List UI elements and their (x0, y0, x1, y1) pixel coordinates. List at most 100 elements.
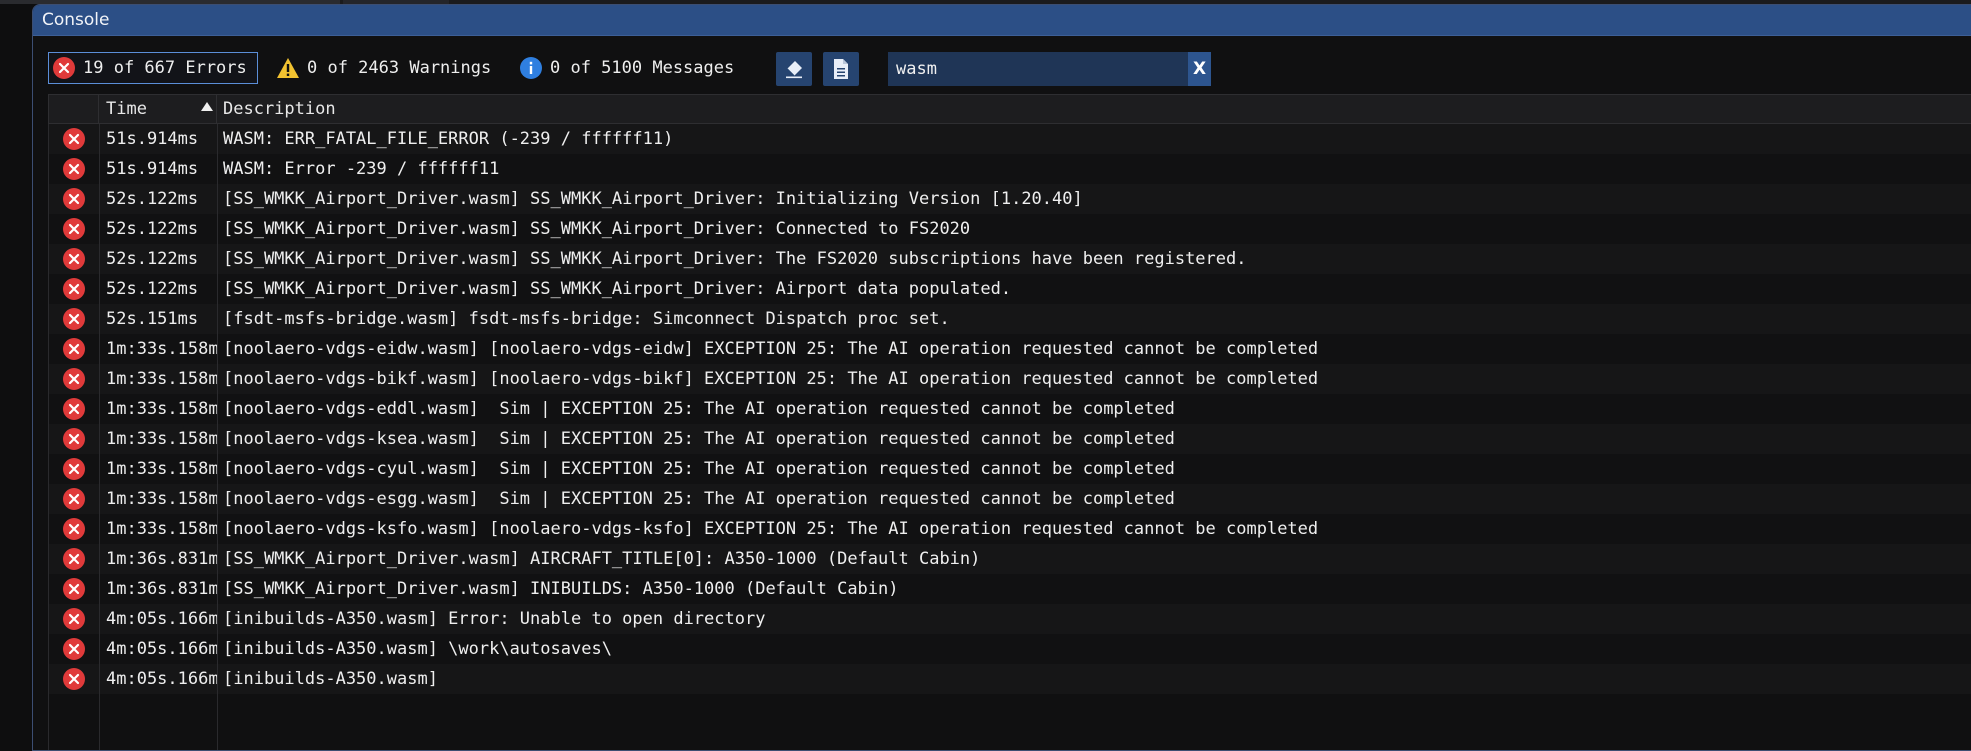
table-row[interactable]: 1m:36s.831ms [SS_WMKK_Airport_Driver.wasm… (48, 574, 1971, 604)
table-row[interactable]: 52s.151ms [fsdt-msfs-bridge.wasm] fsdt-ms… (48, 304, 1971, 334)
severity-cell (48, 244, 99, 274)
severity-cell (48, 634, 99, 664)
description-cell: [inibuilds-A350.wasm] (223, 669, 438, 689)
copy-button[interactable] (823, 52, 859, 86)
severity-cell (48, 604, 99, 634)
description-cell: [SS_WMKK_Airport_Driver.wasm] SS_WMKK_Ai… (223, 219, 971, 239)
description-cell: [noolaero-vdgs-cyul.wasm] Sim | EXCEPTIO… (223, 459, 1175, 479)
messages-filter-toggle[interactable]: 0 of 5100 Messages (519, 52, 734, 84)
severity-cell (48, 214, 99, 244)
error-icon (62, 248, 85, 270)
errors-filter-toggle[interactable]: 19 of 667 Errors (48, 52, 258, 84)
table-row[interactable]: 1m:33s.158ms [noolaero-vdgs-esgg.wasm] Si… (48, 484, 1971, 514)
table-row[interactable]: 52s.122ms [SS_WMKK_Airport_Driver.wasm] S… (48, 184, 1971, 214)
error-icon (62, 338, 85, 360)
error-icon (62, 128, 85, 150)
error-icon (62, 668, 85, 690)
description-cell: WASM: Error -239 / ffffff11 (223, 159, 500, 179)
time-header-label: Time (106, 99, 147, 119)
time-cell: 1m:33s.158ms (106, 429, 217, 449)
description-cell: [fsdt-msfs-bridge.wasm] fsdt-msfs-bridge… (223, 309, 950, 329)
error-icon (62, 518, 85, 540)
severity-column-header[interactable] (48, 95, 99, 123)
description-column-header[interactable]: Description (217, 95, 1971, 123)
table-row[interactable]: 52s.122ms [SS_WMKK_Airport_Driver.wasm] S… (48, 274, 1971, 304)
severity-cell (48, 364, 99, 394)
log-table: Time Description 4m:05s.166ms [inibuilds-… (48, 94, 1971, 750)
warnings-filter-label: 0 of 2463 Warnings (307, 58, 492, 78)
time-cell: 4m:05s.166ms (106, 609, 217, 629)
description-cell: [noolaero-vdgs-ksfo.wasm] [noolaero-vdgs… (223, 519, 1319, 539)
time-cell: 4m:05s.166ms (106, 669, 217, 689)
table-row[interactable]: 1m:33s.158ms [noolaero-vdgs-bikf.wasm] [n… (48, 364, 1971, 394)
error-icon (62, 368, 85, 390)
clear-console-button[interactable] (776, 52, 812, 86)
error-icon (62, 158, 85, 180)
copy-icon (834, 59, 848, 79)
severity-cell (48, 514, 99, 544)
description-cell: [SS_WMKK_Airport_Driver.wasm] SS_WMKK_Ai… (223, 189, 1083, 209)
eraser-icon (786, 61, 802, 79)
error-icon (62, 578, 85, 600)
table-row[interactable]: 4m:05s.166ms [inibuilds-A350.wasm] Error:… (48, 604, 1971, 634)
description-cell: WASM: ERR_FATAL_FILE_ERROR (-239 / fffff… (223, 129, 674, 149)
error-icon (62, 398, 85, 420)
time-cell: 1m:33s.158ms (106, 399, 217, 419)
severity-cell (48, 454, 99, 484)
description-cell: [SS_WMKK_Airport_Driver.wasm] SS_WMKK_Ai… (223, 279, 1012, 299)
severity-cell (48, 274, 99, 304)
time-cell: 52s.122ms (106, 249, 199, 269)
window-titlebar[interactable]: Console (33, 5, 1971, 36)
time-cell: 52s.122ms (106, 279, 199, 299)
time-cell: 1m:36s.831ms (106, 579, 217, 599)
time-cell: 1m:33s.158ms (106, 489, 217, 509)
table-row[interactable]: 1m:33s.158ms [noolaero-vdgs-ksea.wasm] Si… (48, 424, 1971, 454)
time-cell: 1m:36s.831ms (106, 549, 217, 569)
table-row[interactable]: 51s.914ms WASM: ERR_FATAL_FILE_ERROR (-23… (48, 124, 1971, 154)
time-cell: 1m:33s.158ms (106, 339, 217, 359)
severity-cell (48, 424, 99, 454)
description-cell: [SS_WMKK_Airport_Driver.wasm] SS_WMKK_Ai… (223, 249, 1247, 269)
severity-cell (48, 184, 99, 214)
time-cell: 1m:33s.158ms (106, 519, 217, 539)
table-row[interactable]: 4m:05s.166ms [inibuilds-A350.wasm] \work\… (48, 634, 1971, 664)
description-cell: [inibuilds-A350.wasm] Error: Unable to o… (223, 609, 766, 629)
error-icon (62, 548, 85, 570)
table-row[interactable]: 51s.914ms WASM: Error -239 / ffffff11 (48, 154, 1971, 184)
severity-cell (48, 544, 99, 574)
error-icon (62, 608, 85, 630)
table-row[interactable]: 1m:33s.158ms [noolaero-vdgs-ksfo.wasm] [n… (48, 514, 1971, 544)
error-icon (62, 188, 85, 210)
table-row[interactable]: 4m:05s.166ms [inibuilds-A350.wasm] (48, 664, 1971, 694)
warning-icon (277, 58, 299, 78)
description-cell: [noolaero-vdgs-eidw.wasm] [noolaero-vdgs… (223, 339, 1319, 359)
table-row[interactable]: 1m:33s.158ms [noolaero-vdgs-eddl.wasm] Si… (48, 394, 1971, 424)
table-header: Time Description (48, 94, 1971, 124)
clear-search-button[interactable]: X (1188, 52, 1211, 86)
description-cell: [inibuilds-A350.wasm] \work\autosaves\ (223, 639, 612, 659)
column-divider (217, 124, 218, 750)
error-icon (62, 638, 85, 660)
time-cell: 52s.122ms (106, 189, 199, 209)
messages-filter-label: 0 of 5100 Messages (550, 58, 735, 78)
table-row[interactable]: 1m:33s.158ms [noolaero-vdgs-eidw.wasm] [n… (48, 334, 1971, 364)
time-cell: 51s.914ms (106, 159, 199, 179)
table-row[interactable]: 52s.122ms [SS_WMKK_Airport_Driver.wasm] S… (48, 214, 1971, 244)
console-toolbar: 19 of 667 Errors 0 of 2463 Warnings 0 of… (33, 36, 1971, 91)
search-input[interactable] (888, 52, 1188, 86)
description-cell: [SS_WMKK_Airport_Driver.wasm] AIRCRAFT_T… (223, 549, 981, 569)
time-cell: 1m:33s.158ms (106, 369, 217, 389)
time-column-header[interactable]: Time (99, 95, 217, 123)
severity-cell (48, 154, 99, 184)
table-row[interactable]: 52s.122ms [SS_WMKK_Airport_Driver.wasm] S… (48, 244, 1971, 274)
column-divider (99, 124, 100, 750)
info-icon (520, 57, 542, 79)
table-row[interactable]: 1m:36s.831ms [SS_WMKK_Airport_Driver.wasm… (48, 544, 1971, 574)
time-cell: 1m:33s.158ms (106, 459, 217, 479)
table-row[interactable]: 1m:33s.158ms [noolaero-vdgs-cyul.wasm] Si… (48, 454, 1971, 484)
description-cell: [noolaero-vdgs-esgg.wasm] Sim | EXCEPTIO… (223, 489, 1175, 509)
column-divider (48, 124, 49, 750)
time-cell: 51s.914ms (106, 129, 199, 149)
warnings-filter-toggle[interactable]: 0 of 2463 Warnings (276, 52, 491, 84)
severity-cell (48, 394, 99, 424)
